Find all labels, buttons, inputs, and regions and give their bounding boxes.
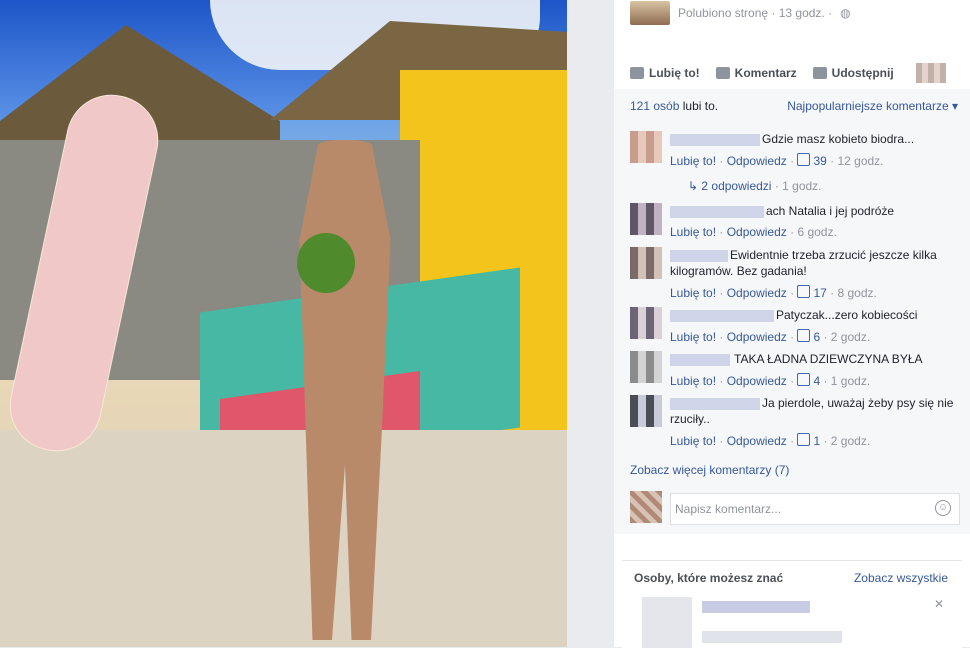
reaction-count[interactable]: 1 <box>813 434 820 448</box>
comment-text: Ja pierdole, uważaj żeby psy się nie rzu… <box>670 396 954 426</box>
thumbs-up-icon <box>797 285 811 298</box>
comment-item: ach Natalia i jej podróże Lubię to! · Od… <box>630 203 960 243</box>
photo-sand <box>0 430 567 647</box>
comment-reply-link[interactable]: Odpowiedz <box>727 434 787 448</box>
thumbs-up-icon <box>797 433 811 446</box>
comment-footer: Lubię to! · Odpowiedz · 6 godz. <box>670 225 837 239</box>
comment-like-link[interactable]: Lubię to! <box>670 374 716 388</box>
emoji-icon[interactable]: ☺ <box>935 500 951 516</box>
viewer-avatar[interactable] <box>916 63 946 83</box>
comment-list: Gdzie masz kobieto biodra... Lubię to! ·… <box>614 129 970 534</box>
comment-item: Ja pierdole, uważaj żeby psy się nie rzu… <box>630 395 960 451</box>
comment-like-link[interactable]: Lubię to! <box>670 225 716 239</box>
comment-footer: Lubię to! · Odpowiedz · 39 · 12 godz. <box>670 153 884 168</box>
replies-link[interactable]: ↳ 2 odpowiedzi · 1 godz. <box>688 179 822 193</box>
likes-summary: 121 osób lubi to. Najpopularniejsze kome… <box>614 89 970 129</box>
like-button-label: Lubię to! <box>649 66 700 80</box>
likes-count[interactable]: 121 osób lubi to. <box>630 99 718 113</box>
photo-coconut <box>297 233 355 293</box>
comment-button-label: Komentarz <box>734 66 797 80</box>
speech-bubble-icon <box>715 67 730 79</box>
comment-item: Ewidentnie trzeba zrzucić jeszcze kilka … <box>630 247 960 303</box>
comment-text: Gdzie masz kobieto biodra... <box>762 132 915 146</box>
comment-text: Ewidentnie trzeba zrzucić jeszcze kilka … <box>670 248 937 278</box>
comment-input-placeholder: Napisz komentarz... <box>675 502 782 516</box>
comment-text: TAKA ŁADNA DZIEWCZYNA BYŁA <box>734 352 923 366</box>
commenter-avatar[interactable] <box>630 203 662 235</box>
comment-time[interactable]: 2 godz. <box>831 434 870 448</box>
more-comments-link[interactable]: Zobacz więcej komentarzy (7) <box>630 463 789 477</box>
replies-link-label[interactable]: 2 odpowiedzi <box>701 179 771 193</box>
likes-count-suffix: lubi to. <box>682 99 719 113</box>
replies-time: · 1 godz. <box>774 179 822 193</box>
likes-count-link[interactable]: 121 osób <box>630 99 679 113</box>
thumbs-up-icon <box>797 329 811 342</box>
commenter-avatar[interactable] <box>630 351 662 383</box>
globe-icon: ◍ <box>840 6 851 20</box>
comment-input[interactable]: Napisz komentarz... ☺ <box>670 493 960 525</box>
comment-reply-link[interactable]: Odpowiedz <box>727 154 787 168</box>
comment-reply-link[interactable]: Odpowiedz <box>727 330 787 344</box>
people-you-may-know: Osoby, które możesz znać Zobacz wszystki… <box>622 560 962 648</box>
pymk-avatar[interactable] <box>642 597 692 648</box>
comment-reply-link[interactable]: Odpowiedz <box>727 225 787 239</box>
thumbs-up-icon <box>797 153 811 166</box>
comment-time[interactable]: 2 godz. <box>831 330 870 344</box>
comment-composer: Napisz komentarz... ☺ <box>630 491 970 527</box>
comment-like-link[interactable]: Lubię to! <box>670 286 716 300</box>
viewer-avatar[interactable] <box>630 491 662 523</box>
comment-text: Patyczak...zero kobiecości <box>776 308 918 322</box>
comment-like-link[interactable]: Lubię to! <box>670 434 716 448</box>
pymk-see-all-link[interactable]: Zobacz wszystkie <box>854 571 948 585</box>
share-button-label: Udostępnij <box>831 66 894 80</box>
post-actions: Lubię to! Komentarz Udostępnij <box>614 57 970 90</box>
thumbs-up-icon <box>630 67 644 79</box>
post-meta: Polubiono stronę · 13 godz. · <box>678 6 833 20</box>
comment-time[interactable]: 6 godz. <box>797 225 836 239</box>
comment-like-link[interactable]: Lubię to! <box>670 154 716 168</box>
reaction-count[interactable]: 4 <box>813 374 820 388</box>
comment-time[interactable]: 1 godz. <box>831 374 870 388</box>
commenter-avatar[interactable] <box>630 247 662 279</box>
commenter-avatar[interactable] <box>630 307 662 339</box>
close-icon[interactable]: ✕ <box>934 597 944 611</box>
pymk-title: Osoby, które możesz znać <box>634 571 784 585</box>
comment-reply-link[interactable]: Odpowiedz <box>727 374 787 388</box>
reply-arrow-icon: ↳ <box>688 179 699 193</box>
comment-footer: Lubię to! · Odpowiedz · 4 · 1 godz. <box>670 373 871 388</box>
comment-footer: Lubię to! · Odpowiedz · 1 · 2 godz. <box>670 433 871 448</box>
comments-sort-dropdown[interactable]: Najpopularniejsze komentarze ▾ <box>787 99 958 113</box>
comment-text: ach Natalia i jej podróże <box>766 204 895 218</box>
share-arrow-icon <box>812 67 827 79</box>
post-header: Polubiono stronę · 13 godz. · ◍ <box>630 0 851 26</box>
comment-time[interactable]: 8 godz. <box>837 286 876 300</box>
share-button[interactable]: Udostępnij <box>812 66 894 80</box>
reaction-count[interactable]: 39 <box>813 154 826 168</box>
comment-time[interactable]: 12 godz. <box>837 154 883 168</box>
reaction-count[interactable]: 6 <box>813 330 820 344</box>
comment-like-link[interactable]: Lubię to! <box>670 330 716 344</box>
page-avatar[interactable] <box>630 1 670 25</box>
thumbs-up-icon <box>797 373 811 386</box>
like-button[interactable]: Lubię to! <box>630 66 700 80</box>
pymk-details-blurred <box>702 631 842 643</box>
pymk-name-blurred[interactable] <box>702 601 810 613</box>
commenter-avatar[interactable] <box>630 131 662 163</box>
comment-button[interactable]: Komentarz <box>715 66 797 80</box>
comment-footer: Lubię to! · Odpowiedz · 6 · 2 godz. <box>670 329 871 344</box>
comment-item: Gdzie masz kobieto biodra... Lubię to! ·… <box>630 131 960 197</box>
comment-footer: Lubię to! · Odpowiedz · 17 · 8 godz. <box>670 285 877 300</box>
post-photo[interactable] <box>0 0 567 647</box>
comment-reply-link[interactable]: Odpowiedz <box>727 286 787 300</box>
comment-item: TAKA ŁADNA DZIEWCZYNA BYŁA Lubię to! · O… <box>630 351 960 391</box>
commenter-avatar[interactable] <box>630 395 662 427</box>
reaction-count[interactable]: 17 <box>813 286 826 300</box>
comment-item: Patyczak...zero kobiecości Lubię to! · O… <box>630 307 960 347</box>
